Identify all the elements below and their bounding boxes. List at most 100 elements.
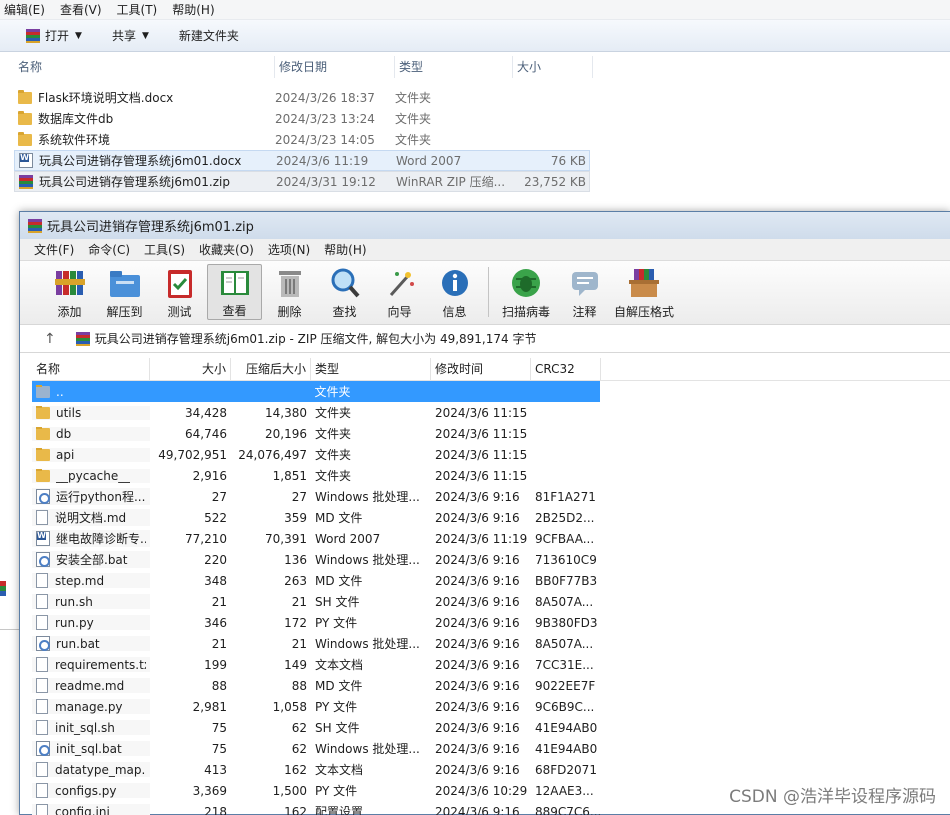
archive-row[interactable]: manage.py 2,981 1,058 PY 文件 2024/3/6 9:16 9C6… [32, 696, 950, 717]
archive-row[interactable]: 运行python程... 27 27 Windows 批处理... 2024/3/6 9… [32, 486, 950, 507]
winrar-titlebar[interactable]: 玩具公司进销存管理系统j6m01.zip [20, 212, 950, 239]
column-size[interactable]: 大小 [150, 358, 231, 380]
entry-name-cell: __pycache__ [32, 468, 150, 483]
entry-name: readme.md [55, 678, 125, 693]
archive-row[interactable]: step.md 348 263 MD 文件 2024/3/6 9:16 BB0F77B3 [32, 570, 950, 591]
entry-name-cell: manage.py [32, 699, 150, 714]
entry-modified: 2024/3/6 9:16 [435, 720, 520, 735]
delete-label: 删除 [277, 305, 302, 319]
entry-size: 2,981 [192, 699, 227, 714]
explorer-file-row[interactable]: 系统软件环境 2024/3/23 14:05 文件夹 [14, 129, 590, 150]
batch-file-icon [36, 552, 50, 567]
menu-edit[interactable]: 编辑(E) [4, 1, 45, 18]
extract-to-button[interactable]: 解压到 [97, 264, 152, 320]
entry-packed-size: 172 [284, 615, 307, 630]
entry-size: 220 [204, 552, 227, 567]
open-button[interactable]: 打开 ▼ [26, 27, 82, 44]
column-crc[interactable]: CRC32 [531, 358, 601, 380]
folder-icon [36, 447, 50, 461]
entry-type: MD 文件 [315, 679, 363, 693]
entry-name: init_sql.sh [55, 720, 115, 735]
archive-row[interactable]: 说明文档.md 522 359 MD 文件 2024/3/6 9:16 2B25D2... [32, 507, 950, 528]
comment-button[interactable]: 注释 [557, 264, 612, 320]
parent-folder-icon [36, 384, 50, 398]
entry-type: 文本文档 [315, 658, 364, 672]
test-button[interactable]: 测试 [152, 264, 207, 320]
file-icon [36, 720, 48, 735]
entry-modified: 2024/3/6 11:15 [435, 447, 528, 462]
archive-row[interactable]: utils 34,428 14,380 文件夹 2024/3/6 11:15 [32, 402, 950, 423]
entry-name-cell: step.md [32, 573, 150, 588]
archive-row[interactable]: __pycache__ 2,916 1,851 文件夹 2024/3/6 11:15 [32, 465, 950, 486]
menu-view[interactable]: 查看(V) [60, 1, 102, 18]
column-name[interactable]: 名称 [32, 358, 150, 380]
archive-row[interactable]: .. 文件夹 [32, 381, 600, 402]
menu-options[interactable]: 选项(N) [268, 241, 310, 258]
archive-row[interactable]: 继电故障诊断专... 77,210 70,391 Word 2007 2024/3/6 … [32, 528, 950, 549]
archive-row[interactable]: datatype_map.... 413 162 文本文档 2024/3/6 9:16 6… [32, 759, 950, 780]
menu-help[interactable]: 帮助(H) [172, 1, 214, 18]
menu-file[interactable]: 文件(F) [34, 241, 74, 258]
column-modified[interactable]: 修改时间 [431, 358, 531, 380]
column-type[interactable]: 类型 [395, 56, 513, 78]
column-name[interactable]: 名称 [0, 56, 275, 78]
explorer-file-row[interactable]: 玩具公司进销存管理系统j6m01.docx 2024/3/6 11:19 Word … [14, 150, 590, 171]
entry-modified: 2024/3/6 9:16 [435, 615, 520, 630]
entry-type: 文件夹 [315, 427, 352, 441]
file-icon [36, 804, 48, 815]
archive-row[interactable]: 安装全部.bat 220 136 Windows 批处理... 2024/3/6 9:1… [32, 549, 950, 570]
up-arrow-icon[interactable]: ↑ [44, 331, 56, 347]
archive-row[interactable]: requirements.txt 199 149 文本文档 2024/3/6 9:16 7… [32, 654, 950, 675]
add-button[interactable]: 添加 [42, 264, 97, 320]
delete-button[interactable]: 删除 [262, 264, 317, 320]
explorer-file-row[interactable]: 数据库文件db 2024/3/23 13:24 文件夹 [14, 108, 590, 129]
sfx-box-icon [627, 266, 661, 300]
winrar-archive-icon [19, 174, 33, 189]
file-date: 2024/3/6 11:19 [276, 153, 369, 168]
share-button[interactable]: 共享 ▼ [112, 27, 149, 44]
column-type[interactable]: 类型 [311, 358, 431, 380]
entry-packed-size: 27 [291, 489, 307, 504]
archive-row[interactable]: db 64,746 20,196 文件夹 2024/3/6 11:15 [32, 423, 950, 444]
entry-name: datatype_map.... [55, 762, 146, 777]
archive-row[interactable]: run.sh 21 21 SH 文件 2024/3/6 9:16 8A507A... [32, 591, 950, 612]
info-button[interactable]: 信息 [427, 264, 482, 320]
find-button[interactable]: 查找 [317, 264, 372, 320]
entry-size: 348 [204, 573, 227, 588]
virus-scan-button[interactable]: 扫描病毒 [495, 264, 557, 320]
menu-tools[interactable]: 工具(T) [117, 1, 158, 18]
file-icon [36, 594, 48, 609]
entry-modified: 2024/3/6 9:16 [435, 804, 520, 815]
archive-row[interactable]: run.bat 21 21 Windows 批处理... 2024/3/6 9:16 8A… [32, 633, 950, 654]
entry-size: 64,746 [185, 426, 227, 441]
entry-type: SH 文件 [315, 721, 360, 735]
sfx-button[interactable]: 自解压格式 [612, 264, 676, 320]
menu-tools[interactable]: 工具(S) [144, 241, 185, 258]
file-icon [36, 510, 48, 525]
file-icon [36, 699, 48, 714]
archive-row[interactable]: init_sql.bat 75 62 Windows 批处理... 2024/3/6 9… [32, 738, 950, 759]
explorer-file-row[interactable]: 玩具公司进销存管理系统j6m01.zip 2024/3/31 19:12 WinRA… [14, 171, 590, 192]
column-packed[interactable]: 压缩后大小 [231, 358, 311, 380]
archive-row[interactable]: init_sql.sh 75 62 SH 文件 2024/3/6 9:16 41E94AB… [32, 717, 950, 738]
archive-row[interactable]: run.py 346 172 PY 文件 2024/3/6 9:16 9B380FD3 [32, 612, 950, 633]
file-name: 数据库文件db [38, 112, 114, 126]
folder-icon [18, 110, 32, 125]
batch-file-icon [36, 636, 50, 651]
winrar-file-list: 名称 大小 压缩后大小 类型 修改时间 CRC32 .. 文件夹 utils 34,4… [32, 358, 950, 815]
new-folder-button[interactable]: 新建文件夹 [179, 27, 239, 44]
entry-type: Windows 批处理... [315, 637, 420, 651]
entry-size: 21 [211, 594, 227, 609]
entry-name: db [56, 426, 72, 441]
view-button[interactable]: 查看 [207, 264, 262, 320]
explorer-file-row[interactable]: Flask环境说明文档.docx 2024/3/26 18:37 文件夹 [14, 87, 590, 108]
column-date[interactable]: 修改日期 [275, 56, 395, 78]
menu-commands[interactable]: 命令(C) [88, 241, 130, 258]
menu-favorites[interactable]: 收藏夹(O) [199, 241, 254, 258]
archive-row[interactable]: readme.md 88 88 MD 文件 2024/3/6 9:16 9022EE7F [32, 675, 950, 696]
menu-help[interactable]: 帮助(H) [324, 241, 366, 258]
wizard-button[interactable]: 向导 [372, 264, 427, 320]
entry-size: 413 [204, 762, 227, 777]
column-size[interactable]: 大小 [513, 56, 593, 78]
archive-row[interactable]: api 49,702,951 24,076,497 文件夹 2024/3/6 11:15 [32, 444, 950, 465]
